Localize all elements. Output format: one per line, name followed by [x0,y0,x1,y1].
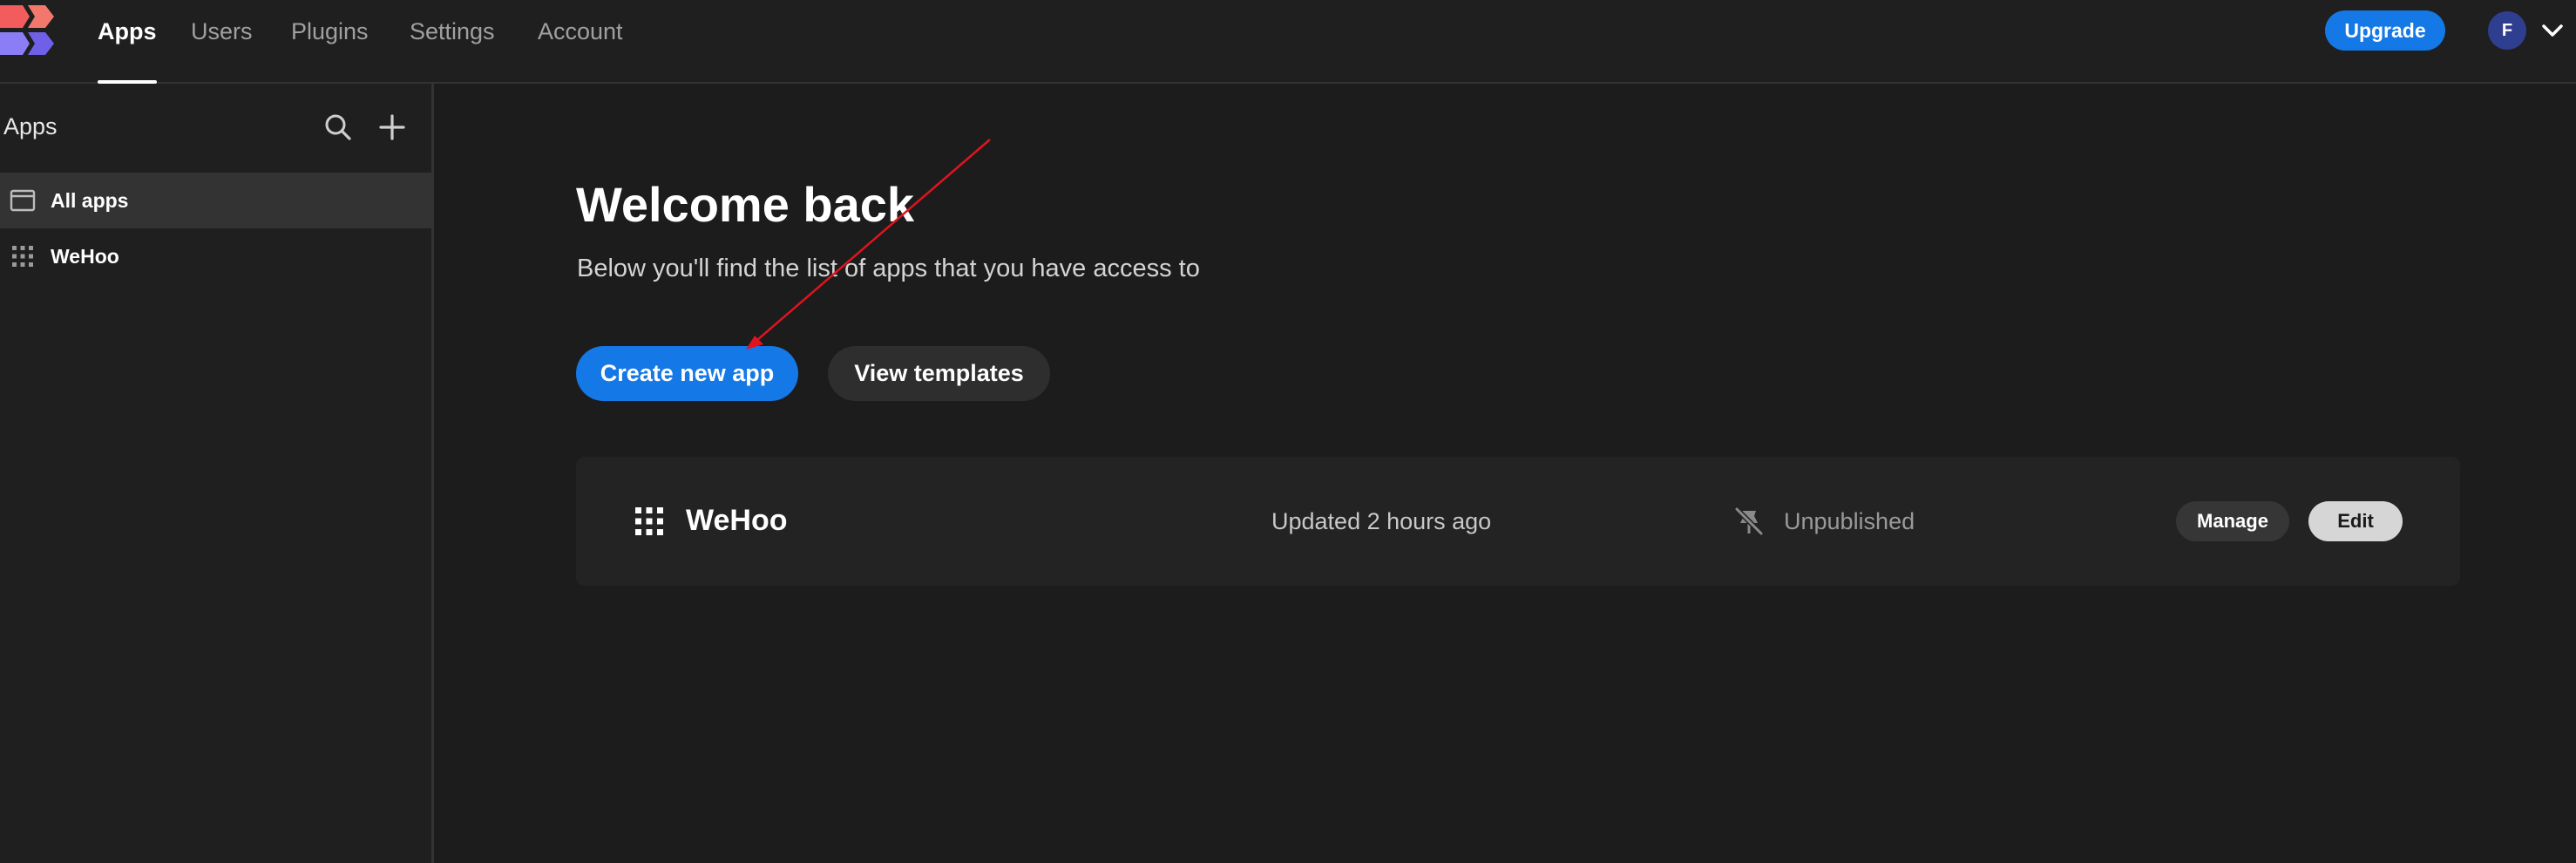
unpublished-icon [1734,506,1764,536]
app-name: WeHoo [686,504,788,537]
upgrade-button[interactable]: Upgrade [2325,10,2445,51]
tab-account[interactable]: Account [538,0,623,84]
edit-button[interactable]: Edit [2308,501,2403,541]
sidebar-item-label: WeHoo [51,244,119,268]
user-avatar[interactable]: F [2488,11,2526,50]
app-status: Unpublished [1784,508,1915,534]
page-subtitle: Below you'll find the list of apps that … [577,255,1200,282]
tab-users[interactable]: Users [191,0,253,84]
add-icon[interactable] [376,112,408,143]
top-navigation: Apps Users Plugins Settings Account Upgr… [0,0,2576,84]
page-title: Welcome back [576,177,915,232]
window-icon [10,189,36,212]
manage-button[interactable]: Manage [2176,501,2289,541]
chevron-down-icon[interactable] [2538,16,2567,45]
app-row-wehoo[interactable]: WeHoo Updated 2 hours ago Unpublished Ma… [576,457,2460,586]
search-icon[interactable] [322,112,354,143]
sidebar-item-wehoo[interactable]: WeHoo [0,228,431,284]
tab-apps[interactable]: Apps [98,0,157,84]
grid-icon [12,246,33,267]
budibase-logo[interactable] [0,3,58,58]
tab-plugins[interactable]: Plugins [291,0,369,84]
tab-settings[interactable]: Settings [410,0,495,84]
sidebar: Apps All apps WeHoo [0,84,434,863]
create-new-app-button[interactable]: Create new app [576,346,798,401]
view-templates-button[interactable]: View templates [828,346,1050,401]
sidebar-item-all-apps[interactable]: All apps [0,173,431,228]
sidebar-title: Apps [3,113,58,139]
sidebar-item-label: All apps [51,188,129,212]
app-updated-time: Updated 2 hours ago [1271,508,1492,534]
grid-icon [635,507,663,535]
